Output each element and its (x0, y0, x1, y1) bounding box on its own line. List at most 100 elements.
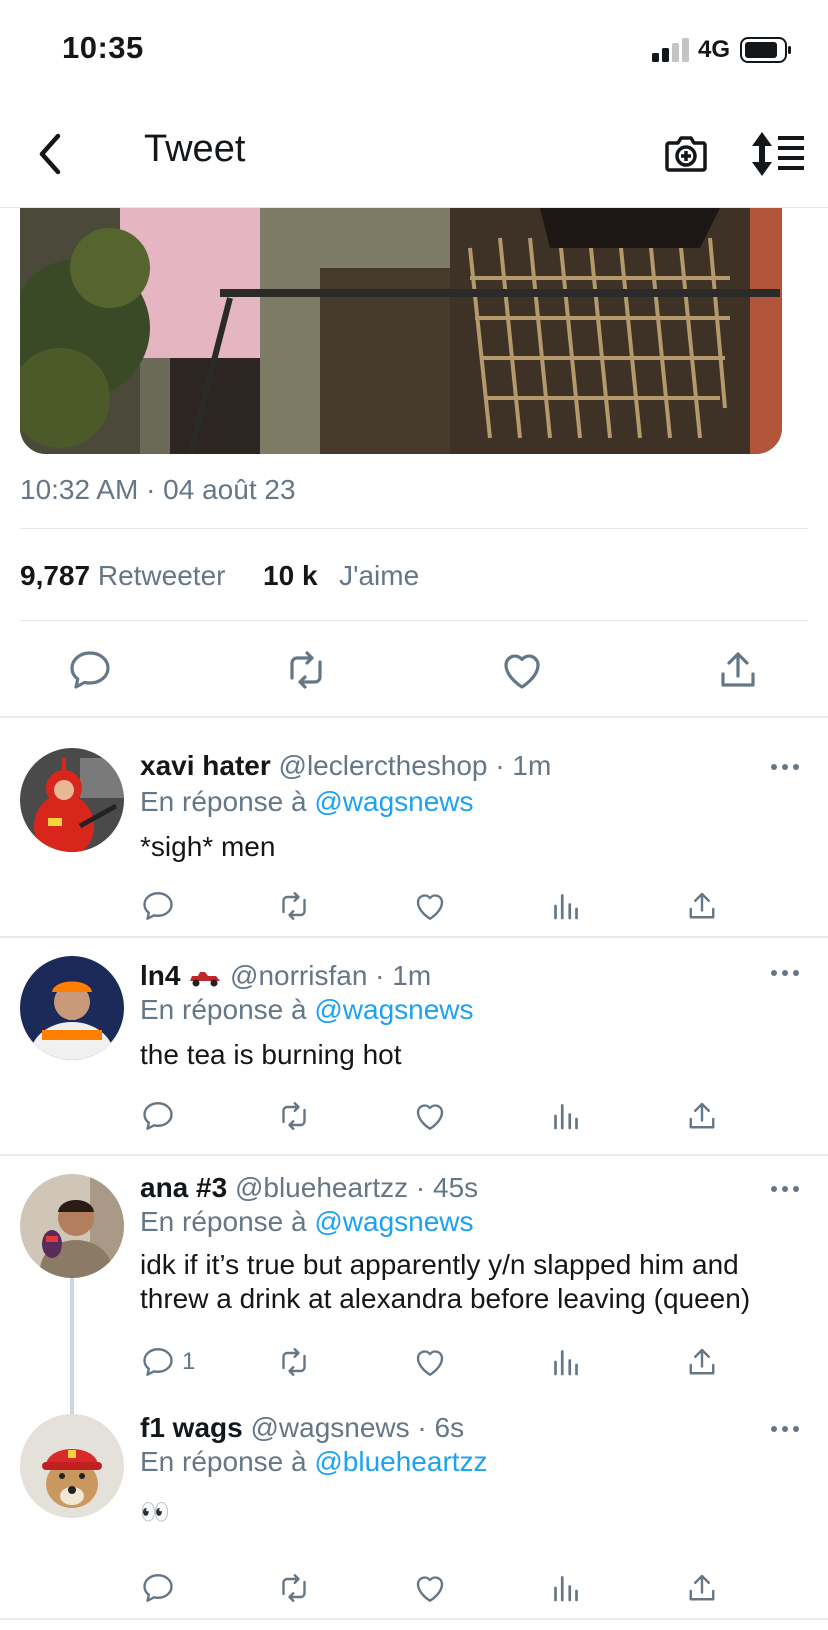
reply-header: ana #3 @blueheartzz · 45s (140, 1172, 478, 1204)
retweets-label: Retweeter (97, 560, 226, 591)
battery-icon (740, 37, 791, 63)
tweet-timestamp: 10:32 AM · 04 août 23 (20, 474, 296, 505)
reply-text: idk if it’s true but apparently y/n slap… (140, 1249, 751, 1314)
retweets-stat[interactable]: 9,787 Retweeter (20, 560, 233, 591)
more-icon[interactable] (770, 1184, 800, 1194)
reply-to-link[interactable]: @blueheartzz (314, 1446, 487, 1477)
reply-action-bar (140, 888, 720, 928)
more-icon[interactable] (770, 762, 800, 772)
reply-text: the tea is burning hot (140, 1039, 402, 1070)
like-icon[interactable] (412, 888, 448, 924)
reply-tweet[interactable]: ana #3 @blueheartzz · 45s En réponse à @… (0, 1158, 828, 1398)
author-name[interactable]: xavi hater (140, 750, 271, 781)
reply-header: f1 wags @wagsnews · 6s (140, 1412, 464, 1444)
analytics-icon[interactable] (548, 1570, 584, 1606)
reply-prefix: En réponse à (140, 786, 307, 817)
reply-prefix: En réponse à (140, 1446, 307, 1477)
status-bar: 10:35 4G (0, 0, 828, 100)
avatar[interactable] (20, 956, 124, 1060)
reply-icon[interactable] (140, 888, 176, 924)
reply-action-bar: 1 (140, 1344, 720, 1384)
share-icon[interactable] (714, 646, 762, 694)
more-icon[interactable] (770, 1424, 800, 1434)
race-car-icon (190, 971, 221, 987)
like-icon[interactable] (412, 1570, 448, 1606)
reply-tweet[interactable]: xavi hater @leclerctheshop · 1m En répon… (0, 720, 828, 938)
author-handle[interactable]: @leclerctheshop · 1m (279, 750, 552, 781)
reply-to-link[interactable]: @wagsnews (314, 1206, 473, 1237)
reply-context: En réponse à @wagsnews (140, 786, 474, 818)
avatar-image (20, 1414, 124, 1518)
retweet-icon[interactable] (276, 1344, 312, 1380)
reply-icon[interactable] (140, 1344, 176, 1380)
reply-icon[interactable] (140, 1570, 176, 1606)
reply-tweet[interactable]: ln4 @norrisfan · 1m En réponse à @wagsne… (0, 938, 828, 1156)
reply-to-link[interactable]: @wagsnews (314, 994, 473, 1025)
divider (20, 620, 808, 621)
back-button[interactable] (20, 124, 80, 184)
tweet-photo[interactable] (20, 208, 782, 454)
reply-action-bar (140, 1098, 720, 1138)
reply-context: En réponse à @wagsnews (140, 994, 474, 1026)
tweet-stats: 9,787 Retweeter 10 k J'aime (20, 560, 419, 592)
like-icon[interactable] (498, 646, 546, 694)
reply-header: ln4 @norrisfan · 1m (140, 960, 431, 992)
author-handle[interactable]: @norrisfan · 1m (230, 960, 431, 991)
share-icon[interactable] (684, 888, 720, 924)
share-icon[interactable] (684, 1344, 720, 1380)
avatar[interactable] (20, 748, 124, 852)
network-type: 4G (698, 36, 731, 63)
share-icon[interactable] (684, 1098, 720, 1134)
reply-text: *sigh* men (140, 831, 276, 862)
reply-count: 1 (182, 1348, 196, 1375)
camera-plus-icon (665, 136, 707, 172)
status-time: 10:35 (62, 30, 144, 65)
avatar-image (20, 748, 124, 852)
avatar[interactable] (20, 1174, 124, 1278)
reply-prefix: En réponse à (140, 994, 307, 1025)
reply-context: En réponse à @blueheartzz (140, 1446, 488, 1478)
reply-header: xavi hater @leclerctheshop · 1m (140, 750, 551, 782)
author-name[interactable]: ln4 (140, 960, 180, 991)
sort-replies-button[interactable] (748, 124, 810, 184)
divider (20, 528, 808, 529)
like-icon[interactable] (412, 1098, 448, 1134)
nav-bar: Tweet (0, 100, 828, 208)
reply-tweet[interactable]: f1 wags @wagsnews · 6s En réponse à @blu… (0, 1398, 828, 1620)
reply-to-link[interactable]: @wagsnews (314, 786, 473, 817)
author-name[interactable]: ana #3 (140, 1172, 227, 1203)
reply-text: 👀 (140, 1499, 170, 1526)
share-icon[interactable] (684, 1570, 720, 1606)
analytics-icon[interactable] (548, 1098, 584, 1134)
avatar-image (20, 956, 124, 1060)
likes-label: J'aime (339, 560, 420, 591)
reply-prefix: En réponse à (140, 1206, 307, 1237)
retweet-icon[interactable] (276, 1098, 312, 1134)
reply-icon[interactable] (140, 1098, 176, 1134)
likes-stat[interactable]: 10 k J'aime (263, 560, 419, 591)
like-icon[interactable] (412, 1344, 448, 1380)
retweets-count: 9,787 (20, 560, 91, 591)
chevron-left-icon (39, 133, 61, 175)
analytics-icon[interactable] (548, 888, 584, 924)
likes-count: 10 k (263, 560, 318, 591)
reply-context: En réponse à @wagsnews (140, 1206, 474, 1238)
retweet-icon[interactable] (276, 888, 312, 924)
photo-image (20, 208, 782, 454)
camera-button[interactable] (656, 124, 716, 184)
reply-icon[interactable] (66, 646, 114, 694)
author-handle[interactable]: @wagsnews · 6s (250, 1412, 464, 1443)
retweet-icon[interactable] (276, 1570, 312, 1606)
tweet-action-bar (0, 622, 828, 718)
avatar[interactable] (20, 1414, 124, 1518)
author-handle[interactable]: @blueheartzz · 45s (235, 1172, 478, 1203)
author-name[interactable]: f1 wags (140, 1412, 243, 1443)
more-icon[interactable] (770, 968, 800, 978)
analytics-icon[interactable] (548, 1344, 584, 1380)
avatar-image (20, 1174, 124, 1278)
reply-action-bar (140, 1570, 720, 1610)
retweet-icon[interactable] (282, 646, 330, 694)
sort-icon (752, 132, 804, 176)
signal-strength-icon (652, 38, 690, 62)
page-title: Tweet (144, 128, 246, 170)
